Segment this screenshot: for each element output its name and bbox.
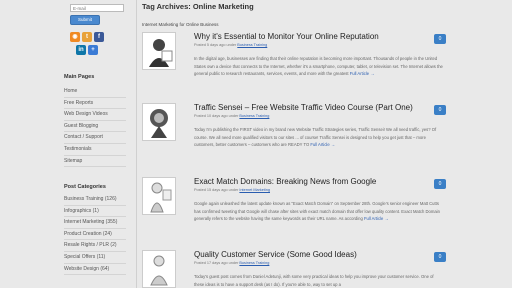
post-thumbnail[interactable] [142,32,176,70]
post-category-link[interactable]: Business Training [239,114,269,118]
post-thumbnail[interactable] [142,177,176,215]
comment-count-badge[interactable]: 0 [434,252,446,262]
post-item: Why it's Essential to Monitor Your Onlin… [142,32,452,92]
post-excerpt: In the digital age, businesses are findi… [194,55,444,78]
full-article-link[interactable]: Full Article → [310,142,335,147]
post-item: Quality Customer Service (Some Good Idea… [142,250,452,288]
sidebar-item-testimonials[interactable]: Testimonials [64,144,126,156]
sidebar-item-home[interactable]: Home [64,86,126,98]
post-meta: Posted 15 days ago under Internet Market… [194,188,270,192]
post-title[interactable]: Why it's Essential to Monitor Your Onlin… [194,32,379,41]
main-pages-heading: Main Pages [64,74,95,80]
page-subtitle: Internet Marketing for Online Business [142,22,219,27]
full-article-link[interactable]: Full Article → [364,216,389,221]
linkedin-icon[interactable]: in [76,45,86,55]
sidebar-item-free-reports[interactable]: Free Reports [64,98,126,110]
category-website-design[interactable]: Website Design (64) [64,264,126,276]
page-title: Tag Archives: Online Marketing [142,2,254,11]
category-infographics[interactable]: Infographics (1) [64,206,126,218]
twitter-icon[interactable]: t [82,32,92,42]
post-item: Exact Match Domains: Breaking News from … [142,177,452,237]
post-date: Posted 15 days ago under [194,188,240,192]
category-special-offers[interactable]: Special Offers (11) [64,252,126,264]
post-title[interactable]: Traffic Sensei – Free Website Traffic Vi… [194,103,413,112]
post-meta: Posted 17 days ago under Business Traini… [194,261,269,265]
full-article-link[interactable]: Full Article → [350,71,375,76]
comment-count-badge[interactable]: 0 [434,105,446,115]
sidebar-item-web-design-videos[interactable]: Web Design Videos [64,109,126,121]
main-content: Tag Archives: Online Marketing Internet … [142,0,452,288]
post-excerpt-text: In the digital age, businesses are findi… [194,56,443,76]
facebook-icon[interactable]: f [94,32,104,42]
category-business-training[interactable]: Business Training (126) [64,194,126,206]
sidebar-item-sitemap[interactable]: Sitemap [64,156,126,168]
post-excerpt-text: Today's guest post comes from Daniel Ade… [194,274,434,287]
sidebar-item-contact-support[interactable]: Contact / Support [64,132,126,144]
post-excerpt: Google again unleashed the latest update… [194,200,444,223]
post-meta: Posted 5 days ago under Business Trainin… [194,43,267,47]
post-meta: Posted 10 days ago under Business Traini… [194,114,269,118]
main-pages-list: Home Free Reports Web Design Videos Gues… [64,86,126,168]
post-thumbnail[interactable] [142,250,176,288]
sidebar: Submit ◉ t f in + Main Pages Home Free R… [62,0,132,288]
category-resale-rights-plr[interactable]: Resale Rights / PLR (2) [64,240,126,252]
column-divider [136,0,137,288]
post-thumbnail[interactable] [142,103,176,141]
post-title[interactable]: Quality Customer Service (Some Good Idea… [194,250,357,259]
sidebar-item-guest-blogging[interactable]: Guest Blogging [64,121,126,133]
post-categories-heading: Post Categories [64,184,106,190]
email-field[interactable] [70,4,124,12]
post-title[interactable]: Exact Match Domains: Breaking News from … [194,177,376,186]
post-excerpt: Today's guest post comes from Daniel Ade… [194,273,444,288]
category-product-creation[interactable]: Product Creation (24) [64,229,126,241]
submit-button[interactable]: Submit [70,15,100,25]
post-excerpt-text: Google again unleashed the latest update… [194,201,440,221]
share-icon[interactable]: + [88,45,98,55]
post-date: Posted 10 days ago under [194,114,240,118]
category-internet-marketing[interactable]: Internet Marketing (355) [64,217,126,229]
comment-count-badge[interactable]: 0 [434,179,446,189]
post-category-link[interactable]: Business Training [239,261,269,265]
comment-count-badge[interactable]: 0 [434,34,446,44]
post-category-link[interactable]: Business Training [237,43,267,47]
post-category-link[interactable]: Internet Marketing [239,188,270,192]
post-item: Traffic Sensei – Free Website Traffic Vi… [142,103,452,163]
post-categories-list: Business Training (126) Infographics (1)… [64,194,126,276]
post-date: Posted 5 days ago under [194,43,238,47]
rss-icon[interactable]: ◉ [70,32,80,42]
post-date: Posted 17 days ago under [194,261,240,265]
post-excerpt: Today I'm publishing the FIRST video in … [194,126,444,149]
